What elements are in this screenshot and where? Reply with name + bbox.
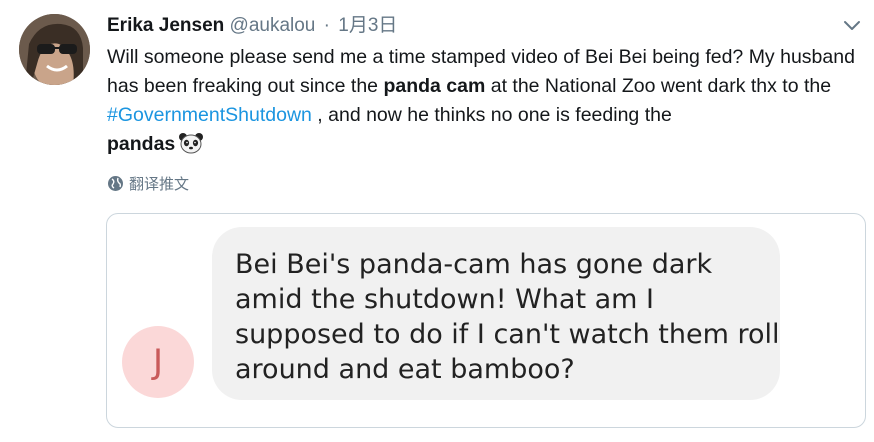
bubble-line: amid the shutdown! What am I <box>235 284 655 315</box>
chevron-down-icon[interactable] <box>842 18 862 34</box>
author-handle[interactable]: @aukalou <box>230 15 316 36</box>
user-avatar[interactable] <box>19 14 90 85</box>
hashtag-link[interactable]: #GovernmentShutdown <box>107 104 312 126</box>
quoted-message-bubble: Bei Bei's panda-cam has gone dark amid t… <box>212 227 780 400</box>
bubble-line: around and eat bamboo? <box>235 354 575 385</box>
tweet-text-part: at the National Zoo went dark thx to the <box>485 75 832 97</box>
header-separator: · <box>323 15 330 36</box>
avatar-photo <box>19 14 90 85</box>
author-name[interactable]: Erika Jensen <box>107 15 224 36</box>
bubble-line: supposed to do if I can't watch them rol… <box>235 319 780 350</box>
quoted-media-card[interactable]: J Bei Bei's panda-cam has gone dark amid… <box>106 213 866 428</box>
globe-icon <box>108 176 123 191</box>
bubble-line: Bei Bei's panda-cam has gone dark <box>235 249 713 280</box>
translate-label: 翻译推文 <box>129 176 190 193</box>
bold-keyword: pandas <box>107 133 176 155</box>
panda-face-emoji-icon <box>179 133 204 154</box>
tweet-date[interactable]: 1月3日 <box>338 15 397 36</box>
tweet-text-part: , and now he thinks no one is feeding th… <box>311 104 672 126</box>
tweet-header: Erika Jensen @aukalou · 1月3日 <box>107 13 397 39</box>
tweet-text: Will someone please send me a time stamp… <box>107 43 867 159</box>
bold-keyword: panda cam <box>383 75 486 97</box>
quoted-avatar: J <box>122 326 194 398</box>
translate-tweet-link[interactable]: 翻译推文 <box>107 173 189 194</box>
